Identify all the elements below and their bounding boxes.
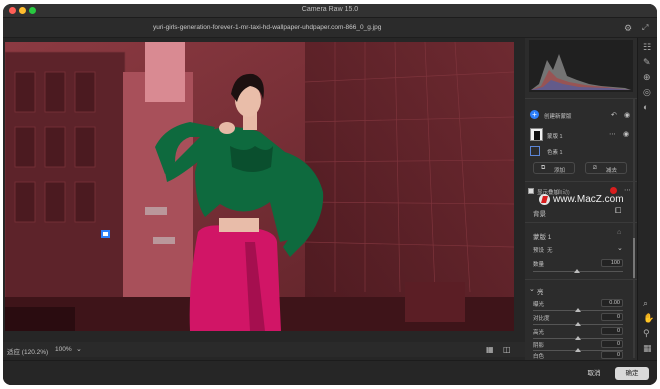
create-mask-label[interactable]: 创建新蒙版 <box>544 112 572 120</box>
amount-value-box[interactable]: 100 <box>601 259 623 267</box>
subtract-label: 减去 <box>606 168 618 174</box>
subtract-icon: ⧄ <box>593 165 597 171</box>
grid-icon[interactable]: ▦ <box>643 343 652 353</box>
background-edit-icon[interactable]: ⧠ <box>615 206 621 216</box>
background-label: 背景 <box>533 211 546 218</box>
watermark-logo <box>539 194 550 205</box>
slider-label: 对比度 <box>533 316 550 322</box>
add-button[interactable]: ⧉ 添加 <box>533 162 575 174</box>
preset-value[interactable]: 无 <box>547 246 553 254</box>
light-section-title: 亮 <box>537 289 544 296</box>
light-chevron-icon[interactable]: ⌄ <box>529 285 535 293</box>
mask-section-title: 蒙版 1 <box>533 234 552 241</box>
slider-value-box[interactable]: 0 <box>601 340 623 348</box>
slider-value-box[interactable]: 0.00 <box>601 299 623 307</box>
red-eye-icon[interactable]: ◎ <box>643 87 651 97</box>
show-overlay-checkbox[interactable] <box>528 188 534 194</box>
heal-icon[interactable]: ⊕ <box>643 72 651 82</box>
more-options-icon[interactable]: ⋯ <box>609 130 616 138</box>
mask-visibility-icon[interactable]: ◉ <box>623 130 629 138</box>
tool-strip: ☷ ✎ ⊕ ◎ ◐ ⌕ ✋ ⚲ ▦ <box>637 38 657 360</box>
brush-icon[interactable]: ✎ <box>643 57 651 67</box>
file-bar: yuri-girls-generation-forever-1-mr-taxi-… <box>3 18 657 38</box>
slider-value: 0 <box>616 341 620 347</box>
hand-icon[interactable]: ✋ <box>643 313 654 323</box>
amount-value: 100 <box>610 260 620 266</box>
canvas-status-bar: 适应 (120.2%) 100% ⌄ ▦ ◫ <box>3 342 525 357</box>
slider-value-box[interactable]: 0 <box>601 351 623 359</box>
chevron-down-icon[interactable]: ⌄ <box>76 345 82 353</box>
window-title: Camera Raw 15.0 <box>301 6 359 13</box>
slider-value-box[interactable]: 0 <box>601 313 623 321</box>
slider-label: 曝光 <box>533 302 545 308</box>
slider-knob[interactable] <box>575 336 581 340</box>
image-canvas[interactable] <box>5 42 514 331</box>
slider-label: 阴影 <box>533 343 545 349</box>
edit-sliders-icon[interactable]: ☷ <box>643 42 651 52</box>
slider-label: 白色 <box>533 354 545 360</box>
mask-thumbnail[interactable] <box>530 128 543 141</box>
fit-zoom-label[interactable]: 适应 (120.2%) <box>7 346 48 356</box>
add-icon: ⧉ <box>541 165 546 171</box>
create-mask-plus-icon[interactable]: + <box>530 110 539 119</box>
slider-value: 0 <box>616 352 620 358</box>
amount-slider-knob[interactable] <box>574 269 580 273</box>
slider-knob[interactable] <box>575 322 581 326</box>
subject-icon <box>530 146 540 156</box>
dialog-footer: 取消 确定 <box>3 360 657 385</box>
watermark-text: www.MacZ.com <box>553 194 624 205</box>
overlay-more-icon[interactable]: ⋯ <box>624 186 631 194</box>
slider-value: 0 <box>616 328 620 334</box>
slider-value: 0.00 <box>609 300 620 306</box>
add-label: 添加 <box>554 168 566 174</box>
zoom-icon[interactable]: ⌕ <box>643 298 648 308</box>
single-view-icon[interactable]: ▦ <box>486 345 494 354</box>
panel-scrollbar-thumb[interactable] <box>633 238 635 278</box>
overlay-color-swatch[interactable] <box>610 187 617 194</box>
gear-icon[interactable]: ⚙ <box>624 23 632 33</box>
fullscreen-icon[interactable]: ⤢ <box>642 23 648 33</box>
subject-name[interactable]: 色素 1 <box>547 148 563 156</box>
slider-knob[interactable] <box>575 348 581 352</box>
eyedropper-icon[interactable]: ⚲ <box>643 328 650 338</box>
slider-value-box[interactable]: 0 <box>601 327 623 335</box>
eye-icon[interactable]: ◉ <box>624 111 630 119</box>
histogram <box>529 40 633 92</box>
mask1-name[interactable]: 蒙版 1 <box>547 132 563 140</box>
photo-preview <box>5 42 514 331</box>
preset-label: 预设 <box>533 248 545 254</box>
subtract-button[interactable]: ⧄ 减去 <box>585 162 627 174</box>
preset-chevron-icon[interactable]: ⌄ <box>617 244 623 252</box>
camera-raw-window: Camera Raw 15.0 yuri-girls-generation-fo… <box>3 4 657 385</box>
masking-icon[interactable]: ◐ <box>643 102 648 112</box>
title-bar: Camera Raw 15.0 <box>3 4 657 18</box>
edit-panel: + 创建新蒙版 ↶ ◉ 蒙版 1 ⋯ ◉ 色素 1 ⧉ 添加 ⧄ 减去 显示叠加… <box>525 38 637 360</box>
amount-label: 数量 <box>533 262 545 268</box>
slider-label: 高光 <box>533 330 545 336</box>
lock-icon[interactable]: ⌂ <box>617 229 621 236</box>
ok-button[interactable]: 确定 <box>615 367 649 380</box>
compare-view-icon[interactable]: ◫ <box>503 345 511 354</box>
slider-value: 0 <box>616 314 620 320</box>
undo-icon[interactable]: ↶ <box>611 111 617 119</box>
zoom-level[interactable]: 100% <box>55 346 72 353</box>
cancel-button[interactable]: 取消 <box>578 367 610 380</box>
file-name: yuri-girls-generation-forever-1-mr-taxi-… <box>153 24 382 31</box>
panel-scrollbar[interactable] <box>633 98 635 358</box>
slider-knob[interactable] <box>575 308 581 312</box>
